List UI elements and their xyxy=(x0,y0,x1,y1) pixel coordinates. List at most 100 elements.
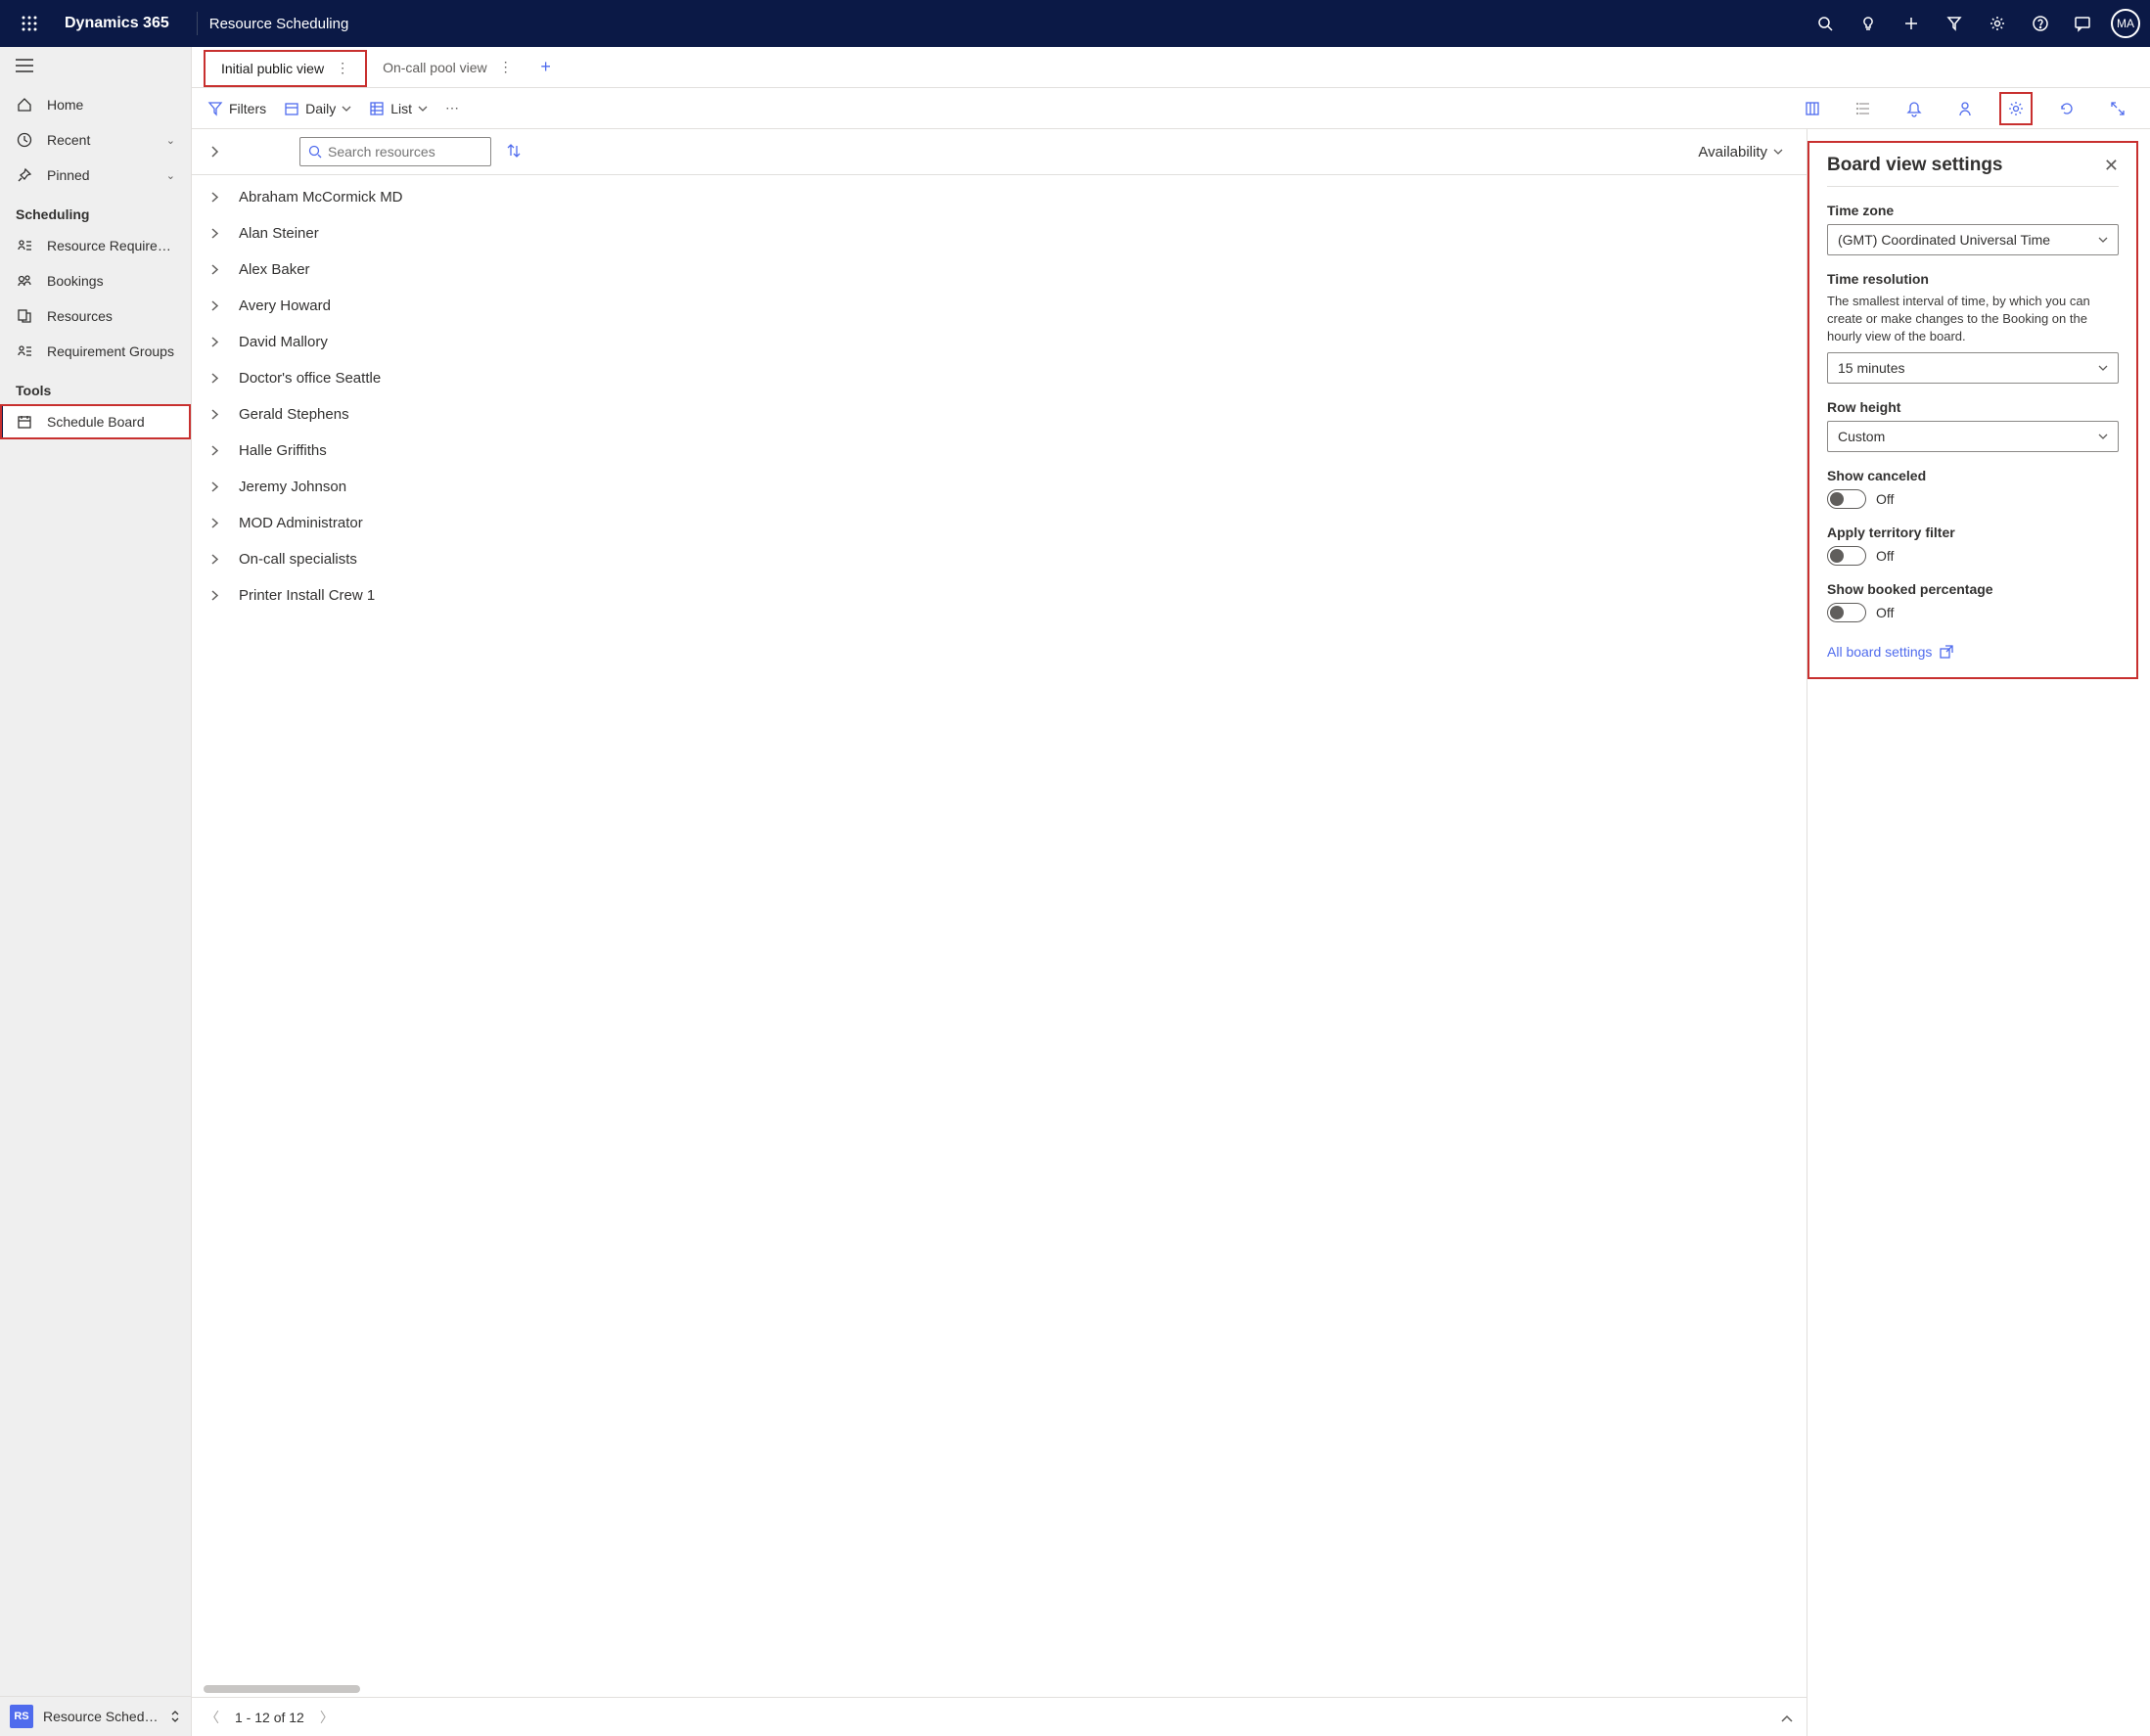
list-view-icon[interactable] xyxy=(1847,92,1880,125)
sidebar-item-schedule-board[interactable]: Schedule Board xyxy=(0,404,191,439)
resource-name: David Mallory xyxy=(239,334,328,350)
clock-icon xyxy=(16,131,33,149)
tab-menu-icon[interactable]: ⋮ xyxy=(332,60,349,76)
board-view-settings-panel: Board view settings ✕ Time zone (GMT) Co… xyxy=(1807,141,2138,679)
bell-icon[interactable] xyxy=(1898,92,1931,125)
time-resolution-select[interactable]: 15 minutes xyxy=(1827,352,2119,384)
sidebar-item-resources[interactable]: Resources xyxy=(0,298,191,334)
pin-icon xyxy=(16,166,33,184)
time-zone-label: Time zone xyxy=(1827,203,2119,218)
sidebar-item-home[interactable]: Home xyxy=(0,87,191,122)
territory-filter-label: Apply territory filter xyxy=(1827,525,2119,540)
row-height-select[interactable]: Custom xyxy=(1827,421,2119,452)
horizontal-scrollbar[interactable] xyxy=(204,1685,1795,1695)
search-input[interactable] xyxy=(299,137,491,166)
sidebar-item-resource-requirements[interactable]: Resource Requireme… xyxy=(0,228,191,263)
row-height-value: Custom xyxy=(1838,429,1885,444)
add-icon[interactable] xyxy=(1890,0,1933,47)
resource-row[interactable]: Halle Griffiths xyxy=(192,433,1807,469)
sidebar-item-bookings[interactable]: Bookings xyxy=(0,263,191,298)
people-list-icon xyxy=(16,343,33,360)
resource-row[interactable]: On-call specialists xyxy=(192,541,1807,577)
tab-on-call-pool-view[interactable]: On-call pool view ⋮ xyxy=(367,47,528,88)
chat-icon[interactable] xyxy=(2062,0,2105,47)
resource-icon xyxy=(16,307,33,325)
avatar[interactable]: MA xyxy=(2111,9,2140,38)
footer-label: Resource Schedul… xyxy=(43,1709,160,1724)
refresh-icon[interactable] xyxy=(2050,92,2083,125)
person-icon[interactable] xyxy=(1948,92,1982,125)
toolbar-more-button[interactable]: ⋯ xyxy=(445,100,459,116)
availability-dropdown[interactable]: Availability xyxy=(1698,144,1783,160)
resource-row[interactable]: Abraham McCormick MD xyxy=(192,179,1807,215)
resource-row[interactable]: Doctor's office Seattle xyxy=(192,360,1807,396)
next-page-button[interactable]: 〉 xyxy=(320,1708,334,1727)
close-icon[interactable]: ✕ xyxy=(2104,156,2119,176)
lightbulb-icon[interactable] xyxy=(1847,0,1890,47)
sidebar-item-label: Bookings xyxy=(47,273,175,289)
chevron-right-icon xyxy=(211,588,221,604)
resource-panel: Availability Abraham McCormick MDAlan St… xyxy=(192,129,1807,1736)
chevron-right-icon xyxy=(211,335,221,350)
list-button[interactable]: List xyxy=(369,101,428,116)
resource-row[interactable]: Jeremy Johnson xyxy=(192,469,1807,505)
filters-button[interactable]: Filters xyxy=(207,101,266,116)
waffle-icon[interactable] xyxy=(10,0,49,47)
funnel-icon[interactable] xyxy=(1933,0,1976,47)
resource-row[interactable]: Printer Install Crew 1 xyxy=(192,577,1807,614)
resource-row[interactable]: Avery Howard xyxy=(192,288,1807,324)
sidebar-item-requirement-groups[interactable]: Requirement Groups xyxy=(0,334,191,369)
prev-page-button[interactable]: 〈 xyxy=(206,1708,219,1727)
popout-icon xyxy=(1940,645,1953,659)
resource-name: Alex Baker xyxy=(239,261,310,278)
gear-icon[interactable] xyxy=(1976,0,2019,47)
resource-row[interactable]: Alan Steiner xyxy=(192,215,1807,251)
filters-label: Filters xyxy=(229,101,266,116)
show-canceled-toggle[interactable] xyxy=(1827,489,1866,509)
tab-menu-icon[interactable]: ⋮ xyxy=(495,59,513,75)
resource-list: Abraham McCormick MDAlan Steiner Alex Bak… xyxy=(192,175,1807,1679)
search-row: Availability xyxy=(192,129,1807,175)
show-booked-toggle[interactable] xyxy=(1827,603,1866,622)
gear-icon[interactable] xyxy=(1999,92,2033,125)
add-tab-button[interactable]: + xyxy=(528,57,564,77)
daily-label: Daily xyxy=(305,101,336,116)
sidebar-item-pinned[interactable]: Pinned ⌄ xyxy=(0,158,191,193)
show-booked-label: Show booked percentage xyxy=(1827,581,2119,597)
map-icon[interactable] xyxy=(1796,92,1829,125)
help-icon[interactable] xyxy=(2019,0,2062,47)
expand-panel-icon[interactable] xyxy=(204,146,225,158)
territory-filter-toggle[interactable] xyxy=(1827,546,1866,566)
hamburger-icon[interactable] xyxy=(0,47,191,87)
header-divider xyxy=(197,12,198,35)
daily-button[interactable]: Daily xyxy=(284,101,351,116)
calendar-icon xyxy=(16,413,33,431)
sidebar-item-recent[interactable]: Recent ⌄ xyxy=(0,122,191,158)
resource-row[interactable]: Gerald Stephens xyxy=(192,396,1807,433)
resource-row[interactable]: Alex Baker xyxy=(192,251,1807,288)
section-header-scheduling: Scheduling xyxy=(0,193,191,228)
chat-popout-icon[interactable] xyxy=(2093,44,2136,91)
sort-icon[interactable] xyxy=(507,143,521,161)
tab-label: Initial public view xyxy=(221,61,324,76)
people-list-icon xyxy=(16,237,33,254)
expand-icon[interactable] xyxy=(2101,92,2134,125)
all-board-settings-link[interactable]: All board settings xyxy=(1827,644,2119,660)
chevron-down-icon xyxy=(2098,434,2108,439)
resource-name: Avery Howard xyxy=(239,297,331,314)
time-zone-select[interactable]: (GMT) Coordinated Universal Time xyxy=(1827,224,2119,255)
chevron-right-icon xyxy=(211,371,221,387)
tabs-row: Initial public view ⋮ On-call pool view … xyxy=(192,47,2150,88)
show-booked-state: Off xyxy=(1876,605,1894,620)
chevron-down-icon: ⌄ xyxy=(166,169,175,182)
panel-title: Board view settings xyxy=(1827,155,2003,176)
search-icon[interactable] xyxy=(1804,0,1847,47)
resource-row[interactable]: MOD Administrator xyxy=(192,505,1807,541)
search-field[interactable] xyxy=(328,144,482,160)
tab-initial-public-view[interactable]: Initial public view ⋮ xyxy=(204,50,367,87)
collapse-up-icon[interactable] xyxy=(1781,1710,1793,1725)
sidebar-footer[interactable]: RS Resource Schedul… xyxy=(0,1696,191,1736)
chevron-down-icon xyxy=(342,106,351,112)
people-icon xyxy=(16,272,33,290)
resource-row[interactable]: David Mallory xyxy=(192,324,1807,360)
